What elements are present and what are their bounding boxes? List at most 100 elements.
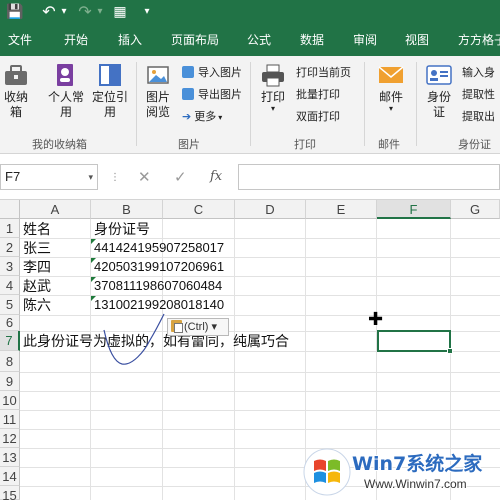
error-indicator-icon[interactable] [91,239,96,244]
id-card-label: 身份证 [426,90,451,119]
cell-a4[interactable]: 赵武 [21,277,51,295]
input-id-label: 输入身 [462,66,495,79]
row-header-4[interactable]: 4 [0,276,20,295]
undo-dropdown-icon[interactable]: ▾ [58,2,70,22]
formula-bar-grip-icon[interactable]: ⋮ [110,172,121,183]
column-header-f[interactable]: F [377,200,451,219]
watermark-brand: Win7系统之家 [352,453,483,475]
personal-common-button[interactable]: 个人常用 [44,62,88,120]
column-header-b[interactable]: B [91,200,163,219]
chevron-down-icon[interactable]: ▾ [88,165,93,189]
ribbon-separator [250,62,251,146]
redo-dropdown-icon[interactable]: ▾ [94,2,106,22]
redo-icon[interactable]: ↷ [76,2,94,22]
cell-b4[interactable]: 370811198607060484 [92,277,222,295]
more-button[interactable]: ➔ 更多 ▾ [182,108,222,126]
import-picture-button[interactable]: 导入图片 [182,64,242,82]
ribbon-separator [364,62,365,146]
cell-b2[interactable]: 441424195907258017 [92,239,224,257]
cell-a3[interactable]: 李四 [21,258,51,276]
name-box[interactable]: F7 ▾ [0,164,98,190]
error-indicator-icon[interactable] [91,277,96,282]
row-header-9[interactable]: 9 [0,372,20,391]
active-cell-f7[interactable] [377,330,451,352]
insert-function-icon[interactable]: fx [210,166,222,188]
duplex-print-button[interactable]: 双面打印 [296,108,340,126]
row-header-6[interactable]: 6 [0,315,20,331]
tab-page-layout[interactable]: 页面布局 [171,24,219,56]
tab-insert[interactable]: 插入 [118,24,142,56]
print-label: 打印 [260,90,285,104]
ribbon: 收纳箱 个人常用 定位引用 我的收纳箱 图片阅览 导入图片 导出图片 ➔ 更多 ▾ … [0,56,500,154]
group-mail: 邮件 [378,138,400,151]
id-card-button[interactable]: 身份证 [420,62,458,120]
cancel-icon[interactable]: ✕ [138,166,151,188]
error-indicator-icon[interactable] [91,296,96,301]
gridline [234,219,235,500]
column-header-a[interactable]: A [20,200,91,219]
tab-formulas[interactable]: 公式 [247,24,271,56]
column-header-g[interactable]: G [451,200,500,219]
batch-print-button[interactable]: 批量打印 [296,86,340,104]
error-indicator-icon[interactable] [91,258,96,263]
mail-button[interactable]: 邮件 ▾ [372,62,410,113]
row-header-5[interactable]: 5 [0,295,20,315]
picture-view-button[interactable]: 图片阅览 [140,62,176,120]
print-current-page-label: 打印当前页 [296,66,351,79]
tab-file[interactable]: 文件 [8,24,32,56]
tab-home[interactable]: 开始 [64,24,88,56]
cell-b3[interactable]: 420503199107206961 [92,258,224,276]
confirm-icon[interactable]: ✓ [174,166,187,188]
row-header-13[interactable]: 13 [0,448,20,467]
gridline [20,429,500,430]
customize-toolbar-icon[interactable]: ▾ [140,2,154,22]
export-picture-icon [182,88,194,100]
undo-icon[interactable]: ↶ [40,2,58,22]
extract-birth-button[interactable]: 提取出 [462,108,495,126]
locate-reference-button[interactable]: 定位引用 [90,62,130,120]
personal-common-label: 个人常用 [48,90,85,119]
export-picture-button[interactable]: 导出图片 [182,86,242,104]
storage-box-button[interactable]: 收纳箱 [2,62,30,120]
select-all-corner[interactable] [0,200,20,219]
extract-gender-button[interactable]: 提取性 [462,86,495,104]
fill-handle[interactable] [447,348,453,354]
row-header-15[interactable]: 15 [0,486,20,500]
watermark-url: Www.Winwin7.com [364,477,467,491]
tab-data[interactable]: 数据 [300,24,324,56]
cell-b1[interactable]: 身份证号 [92,220,150,238]
column-header-d[interactable]: D [235,200,306,219]
column-header-e[interactable]: E [306,200,377,219]
column-header-c[interactable]: C [163,200,235,219]
input-id-button[interactable]: 输入身 [462,64,495,82]
cell-a2[interactable]: 张三 [21,239,51,257]
mail-label: 邮件 [378,90,403,104]
storage-box-label: 收纳箱 [4,90,29,119]
cell-a1[interactable]: 姓名 [21,220,51,238]
formula-input[interactable] [238,164,500,190]
print-current-page-button[interactable]: 打印当前页 [296,64,351,82]
arrow-right-icon: ➔ [182,110,192,123]
row-header-10[interactable]: 10 [0,391,20,410]
row-header-12[interactable]: 12 [0,429,20,448]
cell-a5[interactable]: 陈六 [21,296,51,314]
row-header-8[interactable]: 8 [0,351,20,372]
chevron-down-icon: ▾ [218,113,223,122]
form-icon[interactable]: ▦ [110,2,130,22]
row-header-14[interactable]: 14 [0,467,20,486]
paste-options-button[interactable]: (Ctrl) ▾ [167,318,229,336]
row-header-7[interactable]: 7 [0,331,20,351]
picture-icon [147,66,169,84]
tab-review[interactable]: 审阅 [353,24,377,56]
save-icon[interactable]: 💾 [4,2,26,22]
tab-view[interactable]: 视图 [405,24,429,56]
row-header-1[interactable]: 1 [0,219,20,238]
picture-view-label: 图片阅览 [146,90,171,119]
row-header-11[interactable]: 11 [0,410,20,429]
row-header-2[interactable]: 2 [0,238,20,257]
row-header-3[interactable]: 3 [0,257,20,276]
ribbon-tabs: 文件 开始 插入 页面布局 公式 数据 审阅 视图 方方格子 [0,24,500,56]
export-picture-label: 导出图片 [198,88,242,101]
tab-fangfangezi[interactable]: 方方格子 [458,24,500,56]
print-button[interactable]: 打印 ▾ [254,62,292,113]
